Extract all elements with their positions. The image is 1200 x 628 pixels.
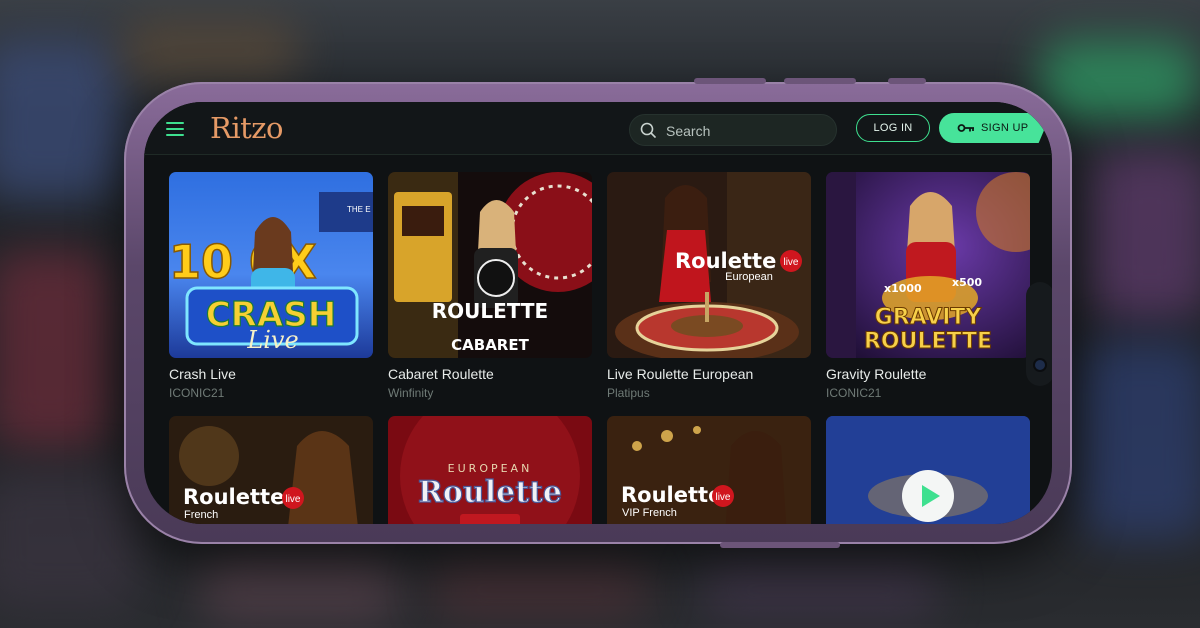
search-bar[interactable] [629,114,837,146]
game-provider: Winfinity [388,386,434,400]
game-thumbnail[interactable]: EUROPEAN Roulette [388,416,592,524]
roulette-art-subtitle: VIP French [622,507,677,519]
gravity-art-title: GRAVITY [875,305,983,330]
gravity-art-subtitle: ROULETTE [864,329,992,354]
crash-art-subtitle: Live [246,326,298,354]
play-icon[interactable] [902,470,954,522]
phone-side-button [720,542,840,548]
signup-button[interactable]: SIGN UP [939,113,1045,143]
game-title[interactable]: Live Roulette European [607,366,753,382]
roulette-art-title: Roulette [621,483,722,507]
search-input[interactable] [664,119,828,143]
roulette-art-top: EUROPEAN [448,462,533,475]
game-thumbnail[interactable]: Roulette live VIP French [607,416,811,524]
live-badge: live [783,257,798,268]
phone-side-button [694,78,766,84]
game-thumbnail[interactable]: ROULETTE CABARET [388,172,592,358]
game-title[interactable]: Crash Live [169,366,236,382]
search-icon [640,122,656,138]
game-thumbnail[interactable] [826,416,1030,524]
game-title[interactable]: Cabaret Roulette [388,366,494,382]
roulette-art-subtitle: French [184,509,218,521]
game-thumbnail[interactable]: Roulette live French [169,416,373,524]
camera-notch [1026,282,1052,386]
board-text: THE E [347,205,371,214]
game-thumbnail[interactable]: x1000 x500 GRAVITY ROULETTE [826,172,1030,358]
roulette-art-subtitle: European [725,271,773,283]
top-bar: Ritzo LOG IN SIGN UP [144,102,1052,155]
roulette-art-title: Roulette [183,485,284,509]
multiplier-badge: x1000 [884,282,922,295]
hamburger-menu-icon[interactable] [166,122,184,136]
key-icon [957,124,974,132]
game-provider: ICONIC21 [169,386,225,400]
multiplier-badge: x500 [952,276,982,289]
ritzo-logo[interactable]: Ritzo [210,111,284,145]
roulette-art-title: Roulette [675,249,776,273]
camera-icon [1035,360,1045,370]
game-thumbnail[interactable]: Roulette live European [607,172,811,358]
live-badge: live [285,494,300,505]
live-badge: live [715,492,730,503]
game-title[interactable]: Gravity Roulette [826,366,926,382]
phone-side-button [784,78,856,84]
login-button[interactable]: LOG IN [856,114,930,142]
roulette-art-title: Roulette [418,475,562,510]
game-provider: ICONIC21 [826,386,882,400]
signup-label: SIGN UP [981,122,1029,134]
game-thumbnail[interactable]: THE E 10 0X CRASH Live [169,172,373,358]
app-screen: Ritzo LOG IN SIGN UP [144,102,1052,524]
phone-side-button [888,78,926,84]
cabaret-art-title: ROULETTE [432,299,548,323]
phone-frame: Ritzo LOG IN SIGN UP [124,78,1072,548]
cabaret-art-subtitle: CABARET [451,336,529,354]
game-provider: Platipus [607,386,650,400]
